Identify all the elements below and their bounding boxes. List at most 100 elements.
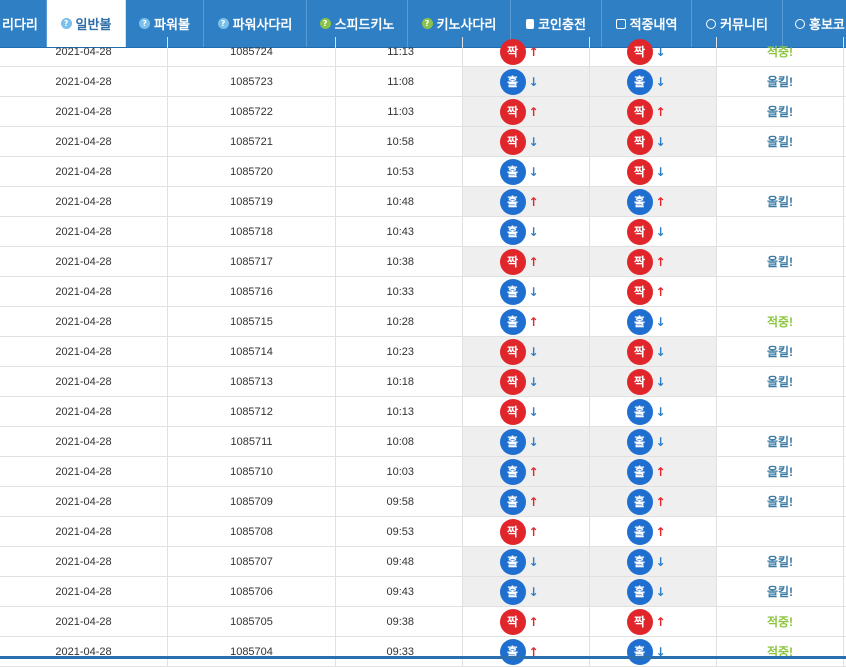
nav-item-label: 스피드키노 (334, 18, 395, 33)
hit-cell: 올킬! (717, 67, 844, 96)
odd-ball: 홀 (626, 428, 653, 455)
round-cell: 1085706 (168, 577, 336, 606)
result-cell: 홀 ↓ (463, 547, 590, 576)
pick-cell: 짝 ↓ (590, 37, 717, 66)
round-cell: 1085723 (168, 67, 336, 96)
even-ball: 짝 (499, 248, 526, 275)
arrow-down-icon: ↓ (655, 134, 666, 149)
table-row: 2021-04-28 1085721 10:58 짝 ↓ 짝 ↓ 올킬! (0, 127, 846, 157)
arrow-down-icon: ↓ (655, 344, 666, 359)
table-row: 2021-04-28 1085705 09:38 짝 ↑ 짝 ↑ 적중! (0, 607, 846, 637)
even-ball: 짝 (626, 608, 653, 635)
hit-cell: 올킬! (717, 247, 844, 276)
odd-ball: 홀 (499, 188, 526, 215)
smiley-icon (706, 18, 717, 29)
result-cell: 홀 ↓ (463, 277, 590, 306)
result-cell: 짝 ↑ (463, 517, 590, 546)
time-cell: 10:13 (336, 397, 463, 426)
odd-ball: 홀 (499, 218, 526, 245)
result-cell: 홀 ↑ (463, 307, 590, 336)
hit-status: 올킬! (766, 585, 794, 599)
arrow-down-icon: ↓ (528, 284, 539, 299)
table-row: 2021-04-28 1085704 09:33 홀 ↑ 홀 ↓ 적중! (0, 637, 846, 667)
arrow-down-icon: ↓ (528, 374, 539, 389)
round-cell: 1085721 (168, 127, 336, 156)
odd-ball: 홀 (626, 188, 653, 215)
pick-cell: 홀 ↓ (590, 637, 717, 666)
round-cell: 1085716 (168, 277, 336, 306)
time-cell: 09:48 (336, 547, 463, 576)
table-row: 2021-04-28 1085717 10:38 짝 ↑ 짝 ↑ 올킬! (0, 247, 846, 277)
hit-status: 적중! (766, 45, 794, 59)
odd-ball: 홀 (499, 578, 526, 605)
round-cell: 1085724 (168, 37, 336, 66)
even-ball: 짝 (626, 98, 653, 125)
hit-status: 올킬! (766, 555, 794, 569)
table-row: 2021-04-28 1085712 10:13 짝 ↓ 홀 ↓ (0, 397, 846, 427)
hit-cell (717, 157, 844, 186)
arrow-down-icon: ↓ (528, 134, 539, 149)
hit-status: 올킬! (766, 75, 794, 89)
arrow-down-icon: ↓ (655, 374, 666, 389)
round-cell: 1085722 (168, 97, 336, 126)
round-cell: 1085712 (168, 397, 336, 426)
date-cell: 2021-04-28 (0, 307, 168, 336)
nav-item-label: 파워볼 (154, 18, 190, 33)
time-cell: 10:18 (336, 367, 463, 396)
table-row: 2021-04-28 1085708 09:53 짝 ↑ 홀 ↑ (0, 517, 846, 547)
time-cell: 09:38 (336, 607, 463, 636)
arrow-up-icon: ↑ (655, 494, 666, 509)
hit-status: 올킬! (766, 375, 794, 389)
round-cell: 1085711 (168, 427, 336, 456)
hit-status: 올킬! (766, 345, 794, 359)
arrow-up-icon: ↑ (528, 44, 539, 59)
arrow-down-icon: ↓ (655, 314, 666, 329)
odd-ball: 홀 (499, 458, 526, 485)
pick-cell: 짝 ↓ (590, 157, 717, 186)
result-cell: 짝 ↓ (463, 127, 590, 156)
result-cell: 홀 ↑ (463, 637, 590, 666)
time-cell: 10:58 (336, 127, 463, 156)
arrow-up-icon: ↑ (655, 284, 666, 299)
odd-ball: 홀 (499, 68, 526, 95)
arrow-up-icon: ↑ (528, 524, 539, 539)
time-cell: 10:38 (336, 247, 463, 276)
table-row: 2021-04-28 1085710 10:03 홀 ↑ 홀 ↑ 올킬! (0, 457, 846, 487)
time-cell: 11:08 (336, 67, 463, 96)
time-cell: 10:53 (336, 157, 463, 186)
date-cell: 2021-04-28 (0, 427, 168, 456)
hit-cell: 적중! (717, 37, 844, 66)
result-cell: 짝 ↑ (463, 607, 590, 636)
hit-cell (717, 517, 844, 546)
hit-status: 올킬! (766, 435, 794, 449)
arrow-up-icon: ↑ (655, 614, 666, 629)
date-cell: 2021-04-28 (0, 157, 168, 186)
odd-ball: 홀 (499, 428, 526, 455)
hit-cell: 적중! (717, 637, 844, 666)
pick-cell: 짝 ↑ (590, 97, 717, 126)
date-cell: 2021-04-28 (0, 37, 168, 66)
question-icon: ? (217, 18, 229, 29)
table-row: 2021-04-28 1085711 10:08 홀 ↓ 홀 ↓ 올킬! (0, 427, 846, 457)
time-cell: 10:43 (336, 217, 463, 246)
hit-cell: 올킬! (717, 487, 844, 516)
question-icon: ? (421, 18, 433, 29)
odd-ball: 홀 (626, 68, 653, 95)
result-cell: 홀 ↓ (463, 577, 590, 606)
result-cell: 짝 ↓ (463, 337, 590, 366)
time-cell: 09:58 (336, 487, 463, 516)
question-icon: ? (139, 18, 151, 29)
checkbox-icon (615, 18, 626, 29)
arrow-up-icon: ↑ (528, 194, 539, 209)
time-cell: 10:28 (336, 307, 463, 336)
table-row: 2021-04-28 1085716 10:33 홀 ↓ 짝 ↑ (0, 277, 846, 307)
pick-cell: 짝 ↓ (590, 367, 717, 396)
arrow-up-icon: ↑ (655, 254, 666, 269)
arrow-up-icon: ↑ (655, 194, 666, 209)
result-cell: 홀 ↑ (463, 187, 590, 216)
date-cell: 2021-04-28 (0, 517, 168, 546)
even-ball: 짝 (499, 128, 526, 155)
table-row: 2021-04-28 1085723 11:08 홀 ↓ 홀 ↓ 올킬! (0, 67, 846, 97)
arrow-up-icon: ↑ (528, 614, 539, 629)
pick-cell: 짝 ↑ (590, 607, 717, 636)
